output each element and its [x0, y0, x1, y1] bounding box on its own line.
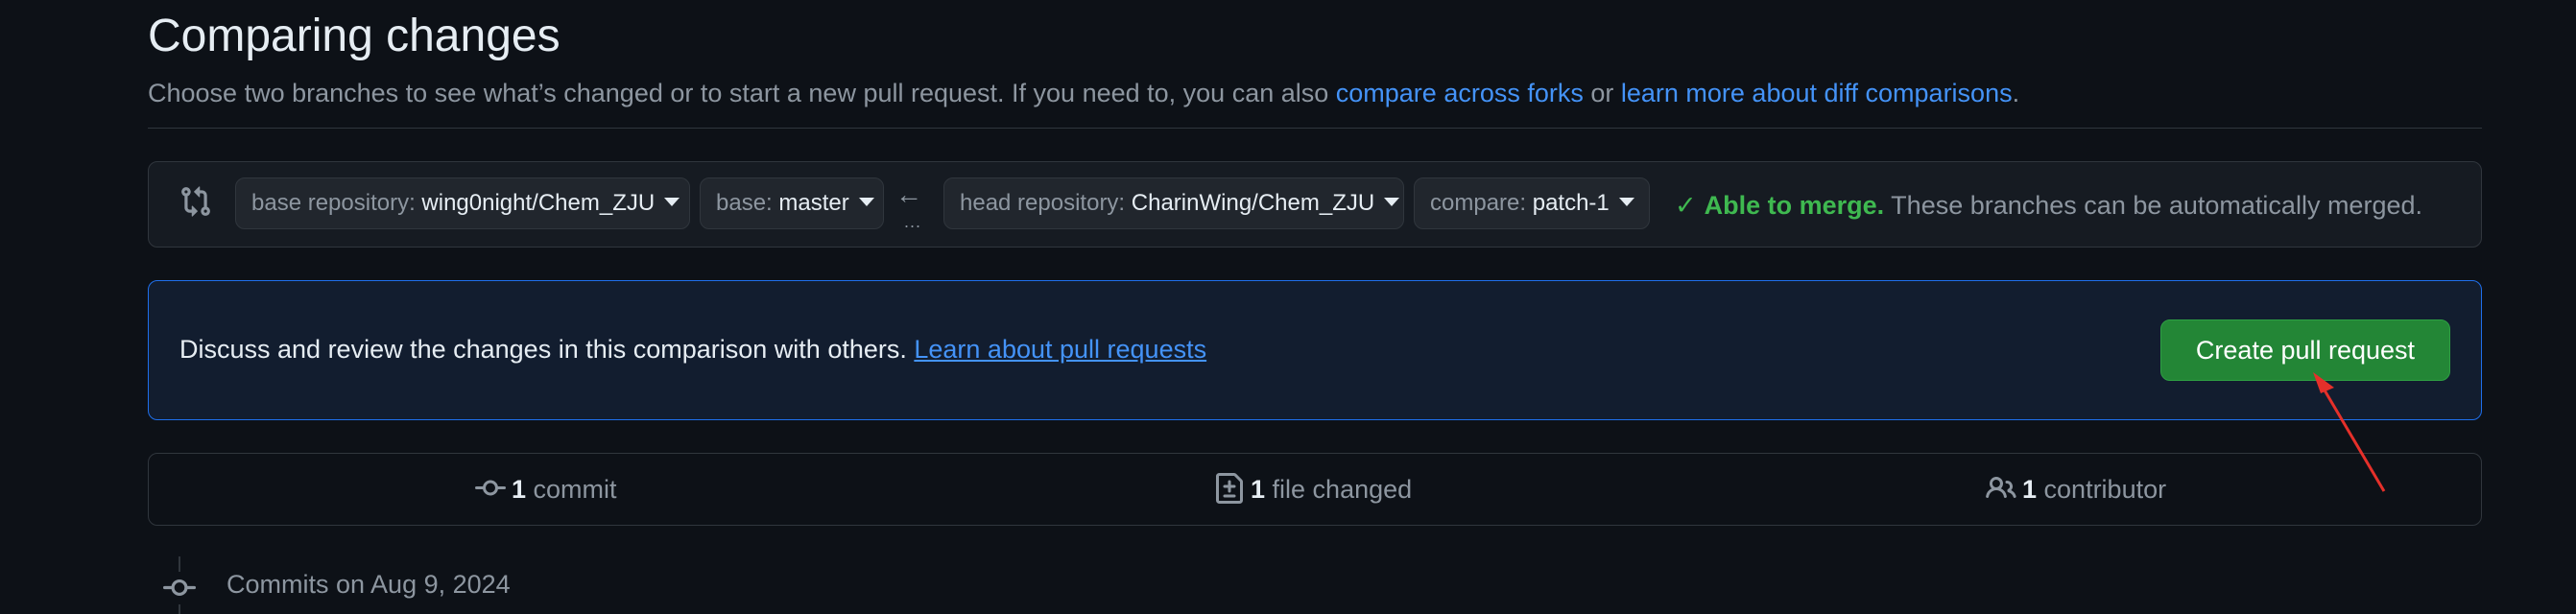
commits-date-heading: Commits on Aug 9, 2024: [227, 570, 511, 599]
file-diff-icon: [1216, 473, 1243, 504]
range-editor: base repository: wing0night/Chem_ZJU bas…: [148, 161, 2482, 248]
git-commit-icon: [163, 572, 196, 604]
divider: [148, 128, 2482, 129]
arrow-left-icon: ←: [895, 179, 922, 209]
people-icon: [1986, 476, 2016, 499]
head-repository-label: head repository:: [960, 190, 1132, 216]
compare-across-forks-link[interactable]: compare across forks: [1336, 79, 1584, 107]
subtitle-or: or: [1583, 79, 1621, 107]
subtitle-period: .: [2012, 79, 2020, 107]
commits-stat[interactable]: 1 commit: [475, 454, 617, 525]
git-commit-icon: [475, 480, 506, 496]
contributors-count: 1: [2022, 475, 2038, 504]
learn-about-pull-requests-link[interactable]: Learn about pull requests: [914, 335, 1206, 364]
merge-status-label: Able to merge.: [1704, 191, 1885, 220]
files-changed-stat[interactable]: 1 file changed: [1214, 454, 1412, 525]
banner-message: Discuss and review the changes in this c…: [179, 335, 915, 364]
chevron-down-icon: [1384, 198, 1400, 206]
base-branch-value: master: [778, 190, 849, 216]
base-branch-select[interactable]: base: master: [700, 177, 884, 229]
chevron-down-icon: [1618, 198, 1634, 206]
commits-count: 1: [512, 475, 527, 504]
contributors-stat[interactable]: 1 contributor: [1986, 454, 2166, 525]
commits-label: commit: [526, 475, 617, 504]
subtitle-text: Choose two branches to see what’s change…: [148, 79, 1336, 107]
base-repository-value: wing0night/Chem_ZJU: [421, 190, 656, 216]
base-repository-select[interactable]: base repository: wing0night/Chem_ZJU: [235, 177, 690, 229]
range-dots: ...: [904, 212, 922, 231]
banner-text: Discuss and review the changes in this c…: [179, 335, 1206, 365]
files-label: file changed: [1265, 475, 1413, 504]
learn-diff-comparisons-link[interactable]: learn more about diff comparisons: [1621, 79, 2013, 107]
chevron-down-icon: [858, 198, 874, 206]
compare-branch-value: patch-1: [1532, 190, 1610, 216]
git-compare-icon: [181, 186, 210, 217]
check-icon: ✓: [1675, 191, 1697, 220]
chevron-down-icon: [664, 198, 680, 206]
contributors-label: contributor: [2037, 475, 2167, 504]
page-title: Comparing changes: [148, 11, 561, 61]
compare-stats: 1 commit 1 file changed 1 contributor: [148, 453, 2482, 526]
head-repository-select[interactable]: head repository: CharinWing/Chem_ZJU: [943, 177, 1404, 229]
compare-branch-select[interactable]: compare: patch-1: [1414, 177, 1650, 229]
compare-branch-label: compare:: [1430, 190, 1533, 216]
base-branch-label: base:: [716, 190, 779, 216]
merge-status-detail: These branches can be automatically merg…: [1884, 191, 2422, 220]
files-count: 1: [1251, 475, 1266, 504]
pull-request-banner: Discuss and review the changes in this c…: [148, 280, 2482, 420]
head-repository-value: CharinWing/Chem_ZJU: [1131, 190, 1375, 216]
merge-status: ✓ Able to merge. These branches can be au…: [1675, 191, 2422, 221]
base-repository-label: base repository:: [251, 190, 422, 216]
create-pull-request-button[interactable]: Create pull request: [2160, 319, 2450, 381]
page-subtitle: Choose two branches to see what’s change…: [148, 79, 2019, 108]
